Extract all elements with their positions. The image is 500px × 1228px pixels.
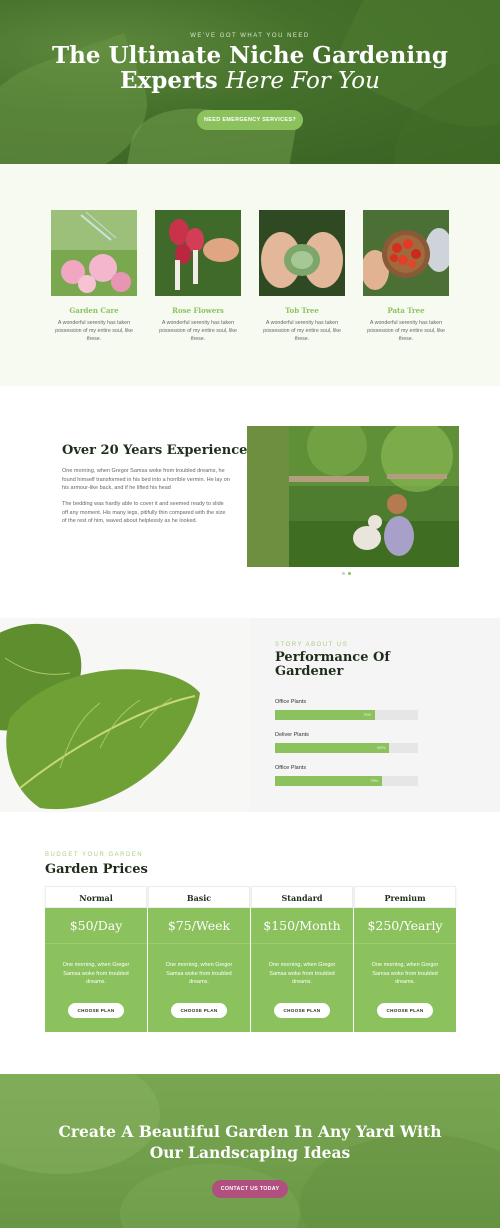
choose-plan-button[interactable]: CHOOSE PLAN <box>377 1003 433 1018</box>
emergency-services-button[interactable]: NEED EMERGENCY SERVICES? <box>197 110 303 130</box>
plan-description: One morning, when Gregor Samsa woke from… <box>165 962 233 985</box>
plan-price: $75/Week <box>148 908 250 944</box>
hero-title: The Ultimate Niche Gardening Experts Her… <box>50 43 450 94</box>
slider-dot[interactable] <box>342 572 345 575</box>
tob-tree-image <box>259 210 345 296</box>
plan-name: Premium <box>354 886 456 908</box>
plan-price: $150/Month <box>251 908 353 944</box>
hero-section: WE'VE GOT WHAT YOU NEED The Ultimate Nic… <box>0 0 500 164</box>
service-card[interactable]: Rose Flowers A wonderful serenity has ta… <box>155 210 241 343</box>
progress-fill: 70% <box>275 710 376 720</box>
hero-eyebrow: WE'VE GOT WHAT YOU NEED <box>190 33 310 39</box>
plan-body: $150/Month One morning, when Gregor Sams… <box>251 908 353 1032</box>
service-title: Tob Tree <box>285 306 319 315</box>
choose-plan-button[interactable]: CHOOSE PLAN <box>274 1003 330 1018</box>
slider-dots[interactable] <box>342 572 351 575</box>
progress-fill: 75% <box>275 776 383 786</box>
service-title: Pata Tree <box>387 306 425 315</box>
plan-description: One morning, when Gregor Samsa woke from… <box>371 962 439 985</box>
plan-name: Normal <box>45 886 147 908</box>
service-title: Rose Flowers <box>172 306 224 315</box>
choose-plan-button[interactable]: CHOOSE PLAN <box>171 1003 227 1018</box>
performance-title: Performance Of Gardener <box>275 650 390 679</box>
progress-label: Deliver Plants <box>275 732 309 738</box>
hero-title-line2: Experts <box>120 67 226 94</box>
experience-title: Over 20 Years Experience <box>62 443 248 458</box>
progress-value: 80% <box>377 745 386 750</box>
plan-body: $250/Yearly One morning, when Gregor Sam… <box>354 908 456 1032</box>
service-description: A wonderful serenity has taken possessio… <box>159 320 237 342</box>
service-title: Garden Care <box>69 306 119 315</box>
service-description: A wonderful serenity has taken possessio… <box>263 320 341 342</box>
girl-with-dog-photo <box>247 426 459 567</box>
plan-description: One morning, when Gregor Samsa woke from… <box>268 962 336 985</box>
cta-title: Create A Beautiful Garden In Any Yard Wi… <box>58 1122 442 1162</box>
progress-label: Office Plants <box>275 699 307 705</box>
plan-price: $250/Yearly <box>354 908 456 944</box>
pricing-plan-normal: Normal $50/Day One morning, when Gregor … <box>45 886 147 1032</box>
progress-label: Office Plants <box>275 765 307 771</box>
garden-care-image <box>51 210 137 296</box>
plan-body: $75/Week One morning, when Gregor Samsa … <box>148 908 250 1032</box>
plan-name: Standard <box>251 886 353 908</box>
pricing-plan-standard: Standard $150/Month One morning, when Gr… <box>251 886 353 1032</box>
progress-fill: 80% <box>275 743 390 753</box>
pricing-plan-premium: Premium $250/Yearly One morning, when Gr… <box>354 886 456 1032</box>
services-section: Garden Care A wonderful serenity has tak… <box>0 164 500 386</box>
cta-section: Create A Beautiful Garden In Any Yard Wi… <box>0 1074 500 1228</box>
experience-paragraph: One morning, when Gregor Samsa woke from… <box>62 468 230 491</box>
performance-section: STORY ABOUT US Performance Of Gardener O… <box>0 618 500 812</box>
large-leaf-image <box>0 618 250 812</box>
plan-body: $50/Day One morning, when Gregor Samsa w… <box>45 908 147 1032</box>
prices-section: BUDGET YOUR GARDEN Garden Prices Normal … <box>0 812 500 1074</box>
slider-dot-active[interactable] <box>348 572 351 575</box>
prices-eyebrow: BUDGET YOUR GARDEN <box>45 852 144 858</box>
progress-bar: 80% <box>275 743 418 753</box>
service-description: A wonderful serenity has taken possessio… <box>55 320 133 342</box>
prices-title: Garden Prices <box>45 862 148 877</box>
progress-bar: 70% <box>275 710 418 720</box>
hero-title-line1: The Ultimate Niche Gardening <box>52 42 448 69</box>
pata-tree-image <box>363 210 449 296</box>
progress-bar: 75% <box>275 776 418 786</box>
service-card[interactable]: Garden Care A wonderful serenity has tak… <box>51 210 137 343</box>
plan-price: $50/Day <box>45 908 147 944</box>
progress-value: 75% <box>370 778 379 783</box>
hero-title-italic: Here For You <box>225 68 380 94</box>
progress-value: 70% <box>363 712 372 717</box>
service-card[interactable]: Pata Tree A wonderful serenity has taken… <box>363 210 449 343</box>
service-card[interactable]: Tob Tree A wonderful serenity has taken … <box>259 210 345 343</box>
plan-description: One morning, when Gregor Samsa woke from… <box>62 962 130 985</box>
contact-us-button[interactable]: CONTACT US TODAY <box>212 1180 288 1198</box>
performance-eyebrow: STORY ABOUT US <box>275 642 349 648</box>
plan-name: Basic <box>148 886 250 908</box>
experience-section: Over 20 Years Experience One morning, wh… <box>0 386 500 618</box>
experience-paragraph: The bedding was hardly able to cover it … <box>62 501 226 524</box>
rose-flowers-image <box>155 210 241 296</box>
service-description: A wonderful serenity has taken possessio… <box>367 320 445 342</box>
pricing-plan-basic: Basic $75/Week One morning, when Gregor … <box>148 886 250 1032</box>
choose-plan-button[interactable]: CHOOSE PLAN <box>68 1003 124 1018</box>
